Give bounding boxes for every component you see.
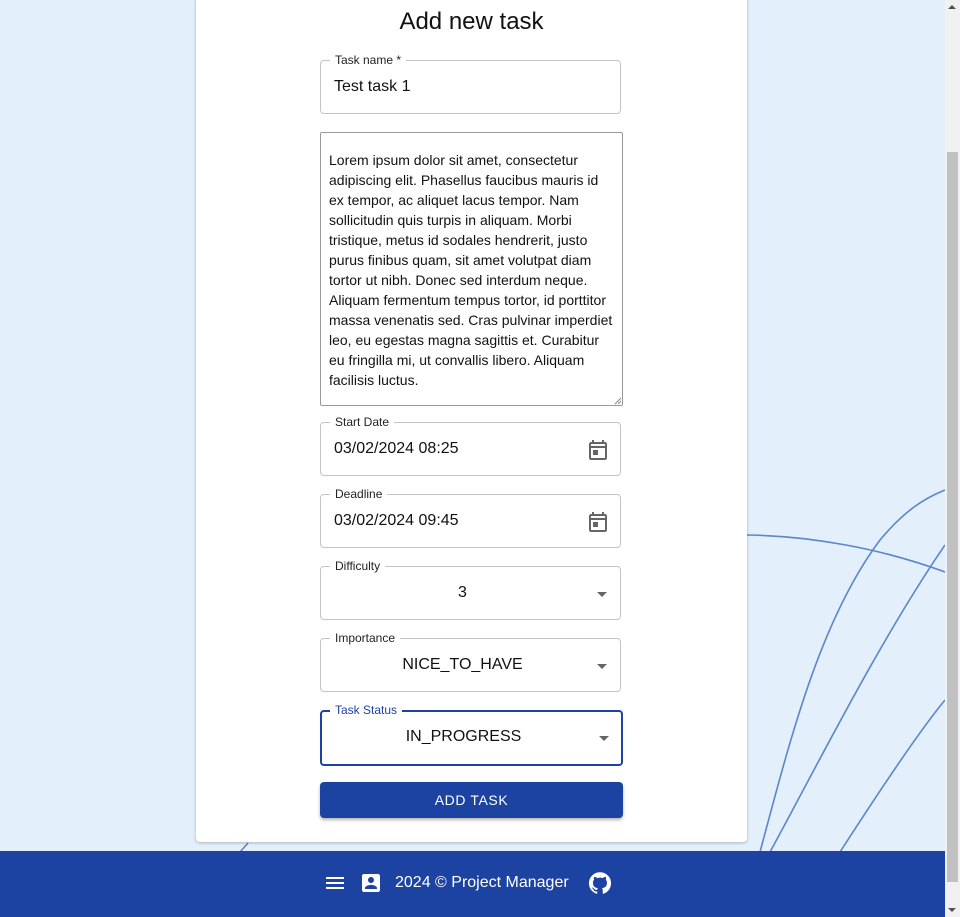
deadline-label: Deadline — [330, 487, 388, 501]
vertical-scrollbar[interactable] — [945, 0, 960, 917]
start-date-field[interactable]: Start Date 03/02/2024 08:25 — [320, 415, 621, 476]
chevron-down-icon[interactable] — [597, 664, 607, 669]
difficulty-value: 3 — [458, 584, 467, 601]
scroll-up-icon[interactable] — [948, 5, 956, 9]
add-task-card: Add new task Task name * Test task 1 Lor… — [196, 0, 747, 842]
task-name-value: Test task 1 — [334, 78, 411, 95]
calendar-icon[interactable] — [586, 510, 610, 534]
description-textarea[interactable]: Lorem ipsum dolor sit amet, consectetur … — [320, 132, 623, 406]
deadline-value: 03/02/2024 09:45 — [334, 512, 459, 529]
chevron-down-icon[interactable] — [597, 592, 607, 597]
task-name-label: Task name * — [330, 53, 407, 67]
difficulty-select[interactable]: Difficulty 3 — [320, 559, 621, 620]
importance-select[interactable]: Importance NICE_TO_HAVE — [320, 631, 621, 692]
resize-handle-icon[interactable] — [614, 397, 622, 405]
scrollbar-thumb[interactable] — [947, 152, 958, 882]
calendar-icon[interactable] — [586, 438, 610, 462]
importance-label: Importance — [330, 631, 401, 645]
page-title: Add new task — [399, 8, 544, 35]
scroll-down-icon[interactable] — [948, 908, 956, 912]
task-name-field[interactable]: Task name * Test task 1 — [320, 53, 621, 114]
task-status-value: IN_PROGRESS — [405, 728, 522, 745]
start-date-value: 03/02/2024 08:25 — [334, 440, 459, 457]
task-status-label: Task Status — [330, 703, 403, 717]
deadline-field[interactable]: Deadline 03/02/2024 09:45 — [320, 487, 621, 548]
menu-icon[interactable] — [323, 871, 347, 895]
start-date-label: Start Date — [330, 415, 395, 429]
difficulty-label: Difficulty — [330, 559, 386, 573]
contact-icon[interactable] — [359, 871, 383, 895]
copyright-text: 2024 © Project Manager — [395, 874, 569, 891]
task-status-select[interactable]: Task Status IN_PROGRESS — [320, 703, 623, 766]
footer: 2024 © Project Manager — [0, 851, 945, 917]
github-icon[interactable] — [588, 871, 612, 895]
chevron-down-icon[interactable] — [599, 736, 609, 741]
importance-value: NICE_TO_HAVE — [402, 656, 523, 673]
add-task-button[interactable]: ADD TASK — [320, 782, 623, 818]
